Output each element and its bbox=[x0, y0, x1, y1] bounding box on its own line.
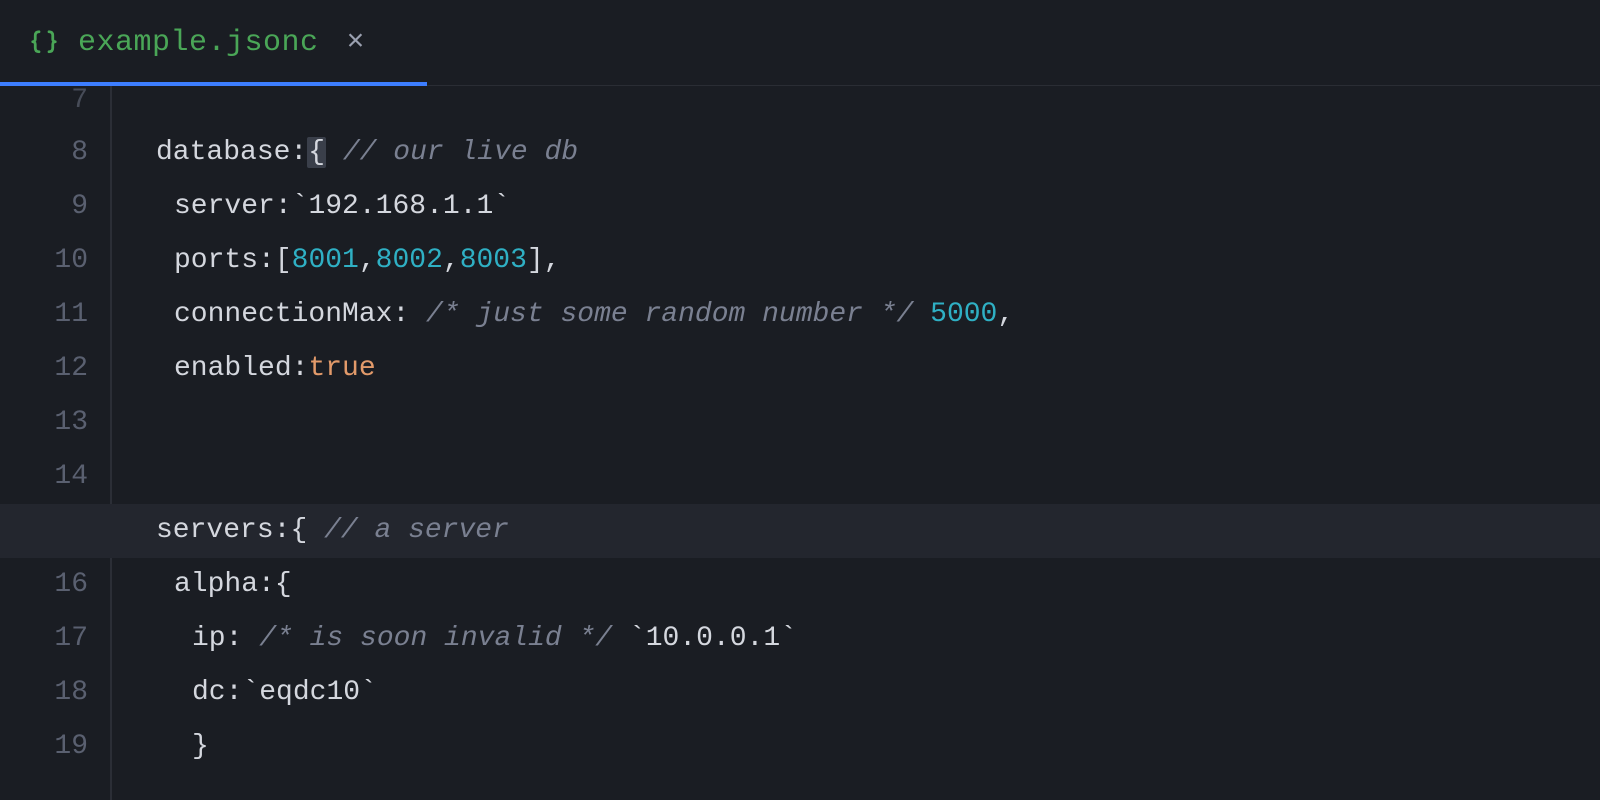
comma: , bbox=[359, 245, 376, 276]
line-number: 19 bbox=[0, 720, 88, 774]
tab-example-jsonc[interactable]: example.jsonc × bbox=[0, 0, 393, 85]
comment: /* just some random number */ bbox=[426, 299, 913, 330]
code-line: connectionMax: /* just some random numbe… bbox=[156, 288, 1600, 342]
string-value: eqdc10 bbox=[259, 677, 360, 708]
backtick: ` bbox=[780, 623, 797, 654]
backtick: ` bbox=[360, 677, 377, 708]
code-line: server:`192.168.1.1` bbox=[156, 180, 1600, 234]
backtick: ` bbox=[629, 623, 646, 654]
code-line-active: } bbox=[156, 396, 1600, 450]
comma: , bbox=[997, 299, 1014, 330]
line-number: 10 bbox=[0, 234, 88, 288]
code-editor[interactable]: 7 8 9 10 11 12 13 14 15 16 17 18 19 data… bbox=[0, 86, 1600, 800]
brace-open: { bbox=[275, 569, 292, 600]
json-key: servers bbox=[156, 515, 274, 546]
number-value: 8003 bbox=[460, 245, 527, 276]
backtick: ` bbox=[292, 191, 309, 222]
json-key: enabled bbox=[174, 353, 292, 384]
line-number: 9 bbox=[0, 180, 88, 234]
json-key: ip bbox=[192, 623, 226, 654]
brace-close: } bbox=[192, 731, 209, 762]
line-number: 14 bbox=[0, 450, 88, 504]
brace-open: { bbox=[290, 515, 307, 546]
line-number: 18 bbox=[0, 666, 88, 720]
comma: , bbox=[544, 245, 561, 276]
json-key: alpha bbox=[174, 569, 258, 600]
code-line: ip: /* is soon invalid */ `10.0.0.1` bbox=[156, 612, 1600, 666]
bracket-close: ] bbox=[527, 245, 544, 276]
colon: : bbox=[392, 299, 426, 330]
json-key: connectionMax bbox=[174, 299, 392, 330]
backtick: ` bbox=[493, 191, 510, 222]
colon: : bbox=[292, 353, 309, 384]
tab-bar: example.jsonc × bbox=[0, 0, 1600, 86]
string-value: 10.0.0.1 bbox=[646, 623, 780, 654]
comment: // our live db bbox=[343, 137, 578, 168]
code-line: ports:[8001,8002,8003], bbox=[156, 234, 1600, 288]
code-line bbox=[156, 86, 1600, 126]
code-area[interactable]: database:{ // our live db server:`192.16… bbox=[112, 86, 1600, 800]
number-value: 5000 bbox=[930, 299, 997, 330]
boolean-value: true bbox=[308, 353, 375, 384]
code-line: database:{ // our live db bbox=[156, 126, 1600, 180]
colon: : bbox=[258, 569, 275, 600]
code-line: servers:{ // a server bbox=[156, 504, 1600, 558]
colon: : bbox=[290, 137, 307, 168]
braces-icon bbox=[28, 27, 60, 59]
brace-open: { bbox=[307, 137, 326, 168]
json-key: database bbox=[156, 137, 290, 168]
line-number: 7 bbox=[0, 86, 88, 126]
colon: : bbox=[274, 515, 291, 546]
json-key: dc bbox=[192, 677, 226, 708]
line-number-gutter: 7 8 9 10 11 12 13 14 15 16 17 18 19 bbox=[0, 86, 112, 800]
code-line bbox=[156, 450, 1600, 504]
colon: : bbox=[226, 623, 260, 654]
line-number: 11 bbox=[0, 288, 88, 342]
bracket-open: [ bbox=[275, 245, 292, 276]
backtick: ` bbox=[242, 677, 259, 708]
json-key: ports bbox=[174, 245, 258, 276]
number-value: 8002 bbox=[376, 245, 443, 276]
colon: : bbox=[226, 677, 243, 708]
comment: // a server bbox=[324, 515, 509, 546]
comment: /* is soon invalid */ bbox=[259, 623, 612, 654]
line-number: 8 bbox=[0, 126, 88, 180]
code-line: enabled:true bbox=[156, 342, 1600, 396]
code-line: alpha:{ bbox=[156, 558, 1600, 612]
comma: , bbox=[443, 245, 460, 276]
string-value: 192.168.1.1 bbox=[308, 191, 493, 222]
number-value: 8001 bbox=[292, 245, 359, 276]
close-icon[interactable]: × bbox=[347, 28, 365, 58]
line-number: 12 bbox=[0, 342, 88, 396]
code-line: dc:`eqdc10` bbox=[156, 666, 1600, 720]
colon: : bbox=[275, 191, 292, 222]
line-number: 17 bbox=[0, 612, 88, 666]
json-key: server bbox=[174, 191, 275, 222]
line-number: 16 bbox=[0, 558, 88, 612]
line-number: 13 bbox=[0, 396, 88, 450]
code-line: } bbox=[156, 720, 1600, 774]
colon: : bbox=[258, 245, 275, 276]
tab-label: example.jsonc bbox=[78, 26, 319, 60]
